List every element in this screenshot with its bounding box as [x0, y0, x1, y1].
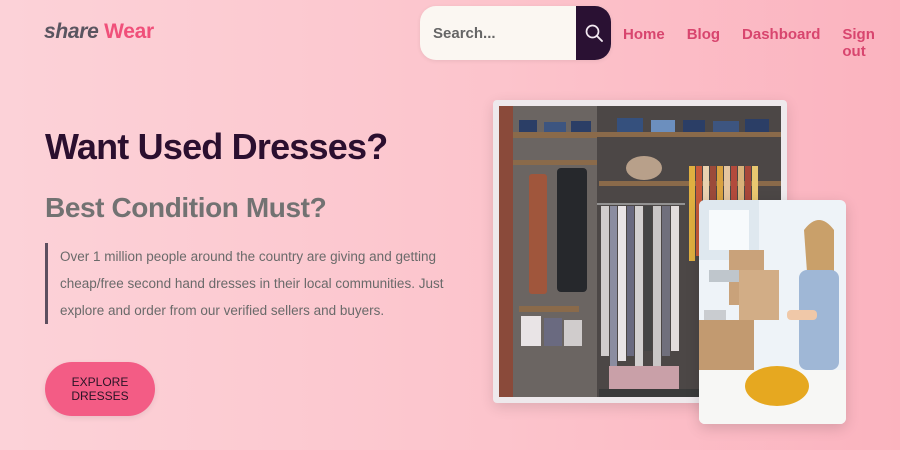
search-input[interactable]	[420, 6, 576, 60]
nav-signout-link[interactable]: Sign out	[842, 26, 900, 60]
nav-home-link[interactable]: Home	[623, 26, 665, 60]
search-button[interactable]	[576, 6, 611, 60]
logo[interactable]: share Wear	[44, 20, 154, 44]
hero-description: Over 1 million people around the country…	[45, 243, 491, 324]
logo-wear: Wear	[104, 20, 154, 43]
nav-dashboard-link[interactable]: Dashboard	[742, 26, 820, 60]
logo-share: share	[44, 20, 99, 43]
hero-subtitle: Best Condition Must?	[45, 192, 327, 223]
hero-title: Want Used Dresses?	[45, 126, 388, 167]
seller-photo	[699, 200, 846, 424]
main-nav: Home Blog Dashboard Sign out	[623, 26, 900, 60]
seller-illustration	[699, 200, 846, 424]
magnifier-icon	[585, 24, 603, 42]
nav-blog-link[interactable]: Blog	[687, 26, 720, 60]
search-bar	[420, 6, 611, 60]
explore-dresses-button[interactable]: EXPLORE DRESSES	[45, 362, 155, 416]
